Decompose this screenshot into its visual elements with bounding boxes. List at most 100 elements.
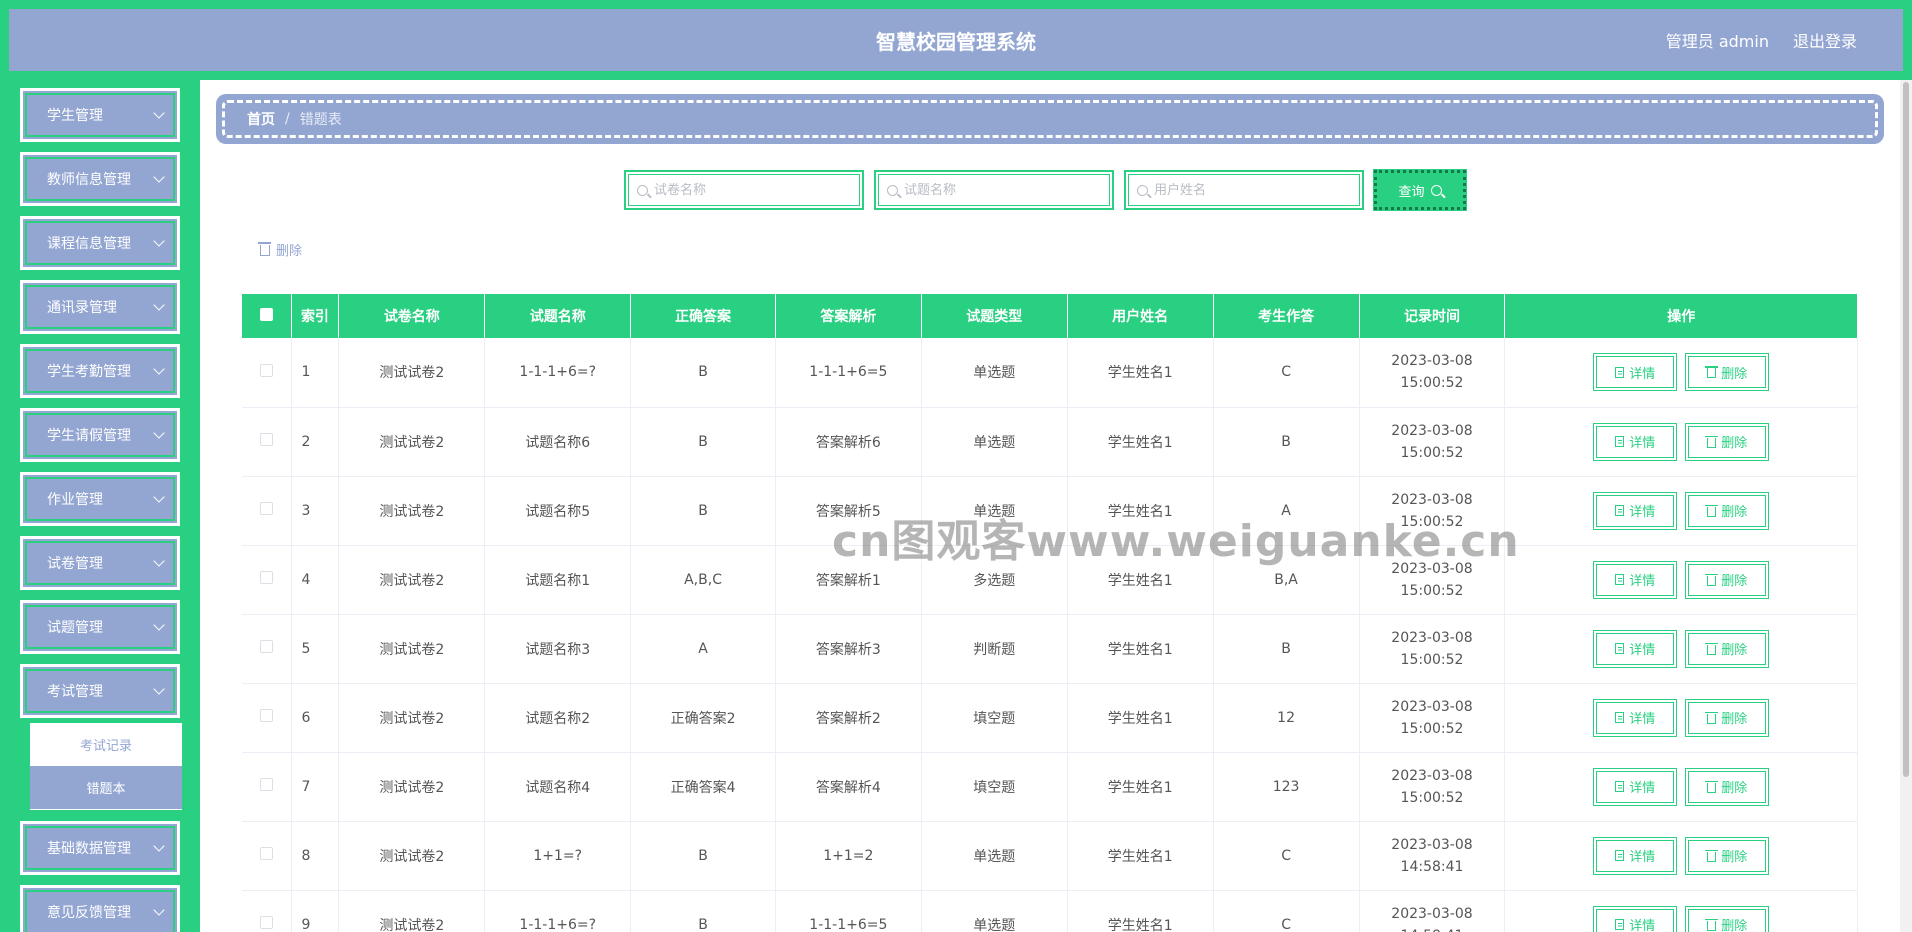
paper-name-input[interactable] (654, 182, 844, 198)
row-select-cell (242, 545, 292, 615)
delete-button-inner: 删除 (1688, 770, 1767, 803)
detail-button[interactable]: 详情 (1593, 491, 1678, 530)
delete-button[interactable]: 删除 (1685, 698, 1770, 737)
row-checkbox[interactable] (259, 502, 273, 515)
detail-button-inner: 详情 (1596, 425, 1675, 458)
row-checkbox[interactable] (259, 778, 273, 791)
bulk-delete-button[interactable]: 删除 (258, 240, 302, 259)
question-name-cell: 1-1-1+6=? (484, 890, 632, 932)
detail-button-inner: 详情 (1596, 563, 1675, 596)
actions-cell: 详情 删除 (1504, 614, 1858, 684)
document-icon (1615, 712, 1625, 723)
trash-icon (1705, 711, 1719, 724)
question-type-cell: 填空题 (921, 752, 1068, 822)
detail-button-inner: 详情 (1596, 839, 1675, 872)
actions-cell: 详情 删除 (1504, 890, 1858, 932)
sidebar-menu-item[interactable]: 教师信息管理 (20, 152, 180, 206)
detail-button[interactable]: 详情 (1593, 905, 1678, 932)
row-checkbox[interactable] (259, 363, 273, 377)
sidebar-menu-label: 基础数据管理 (47, 841, 131, 857)
select-all-checkbox[interactable] (259, 307, 273, 321)
detail-button[interactable]: 详情 (1593, 629, 1678, 668)
header-user-area: 管理员 admin 退出登录 (1666, 9, 1857, 71)
row-checkbox[interactable] (259, 847, 273, 860)
question-name-input[interactable] (904, 182, 1094, 198)
sidebar-menu-label: 试题管理 (47, 620, 103, 636)
detail-button[interactable]: 详情 (1593, 767, 1678, 806)
delete-button[interactable]: 删除 (1685, 629, 1770, 668)
delete-button[interactable]: 删除 (1685, 767, 1770, 806)
row-checkbox[interactable] (259, 916, 273, 929)
analysis-cell: 1-1-1+6=5 (775, 890, 922, 932)
detail-button[interactable]: 详情 (1593, 560, 1678, 599)
table-body: 1 测试试卷2 1-1-1+6=? B 1-1-1+6=5 单选题 学生姓名1 C 2023-0… (242, 338, 1858, 932)
analysis-cell: 答案解析1 (775, 545, 922, 615)
sidebar-menu-item[interactable]: 学生管理 (20, 88, 180, 142)
detail-button-inner: 详情 (1596, 494, 1675, 527)
logout-link[interactable]: 退出登录 (1793, 28, 1857, 52)
question-name-search-inner (878, 174, 1110, 206)
sidebar-menu-item[interactable]: 通讯录管理 (20, 280, 180, 334)
detail-button[interactable]: 详情 (1593, 353, 1678, 392)
analysis-cell: 答案解析6 (775, 407, 922, 477)
row-checkbox[interactable] (259, 640, 273, 653)
query-button[interactable]: 查询 (1373, 169, 1467, 211)
delete-button[interactable]: 删除 (1685, 905, 1770, 932)
row-actions: 详情 删除 (1505, 698, 1857, 737)
row-checkbox[interactable] (259, 433, 273, 446)
question-name-cell: 试题名称2 (484, 683, 632, 753)
response-cell: A (1213, 476, 1360, 546)
table-row: 3 测试试卷2 试题名称5 B 答案解析5 单选题 学生姓名1 A 2023-03-08 15:… (242, 476, 1858, 546)
row-actions: 详情 删除 (1505, 629, 1857, 668)
delete-button[interactable]: 删除 (1685, 836, 1770, 875)
question-type-cell: 单选题 (921, 407, 1068, 477)
sidebar-menu-item[interactable]: 学生请假管理 (20, 408, 180, 462)
paper-name-cell: 测试试卷2 (338, 338, 486, 408)
detail-button[interactable]: 详情 (1593, 836, 1678, 875)
paper-name-search-inner (628, 174, 860, 206)
sidebar-menu-item[interactable]: 基础数据管理 (20, 821, 180, 875)
row-select-cell (242, 338, 292, 408)
sidebar-menu-item[interactable]: 试题管理 (20, 600, 180, 654)
breadcrumb-home-link[interactable]: 首页 (247, 109, 275, 129)
chevron-down-icon (153, 491, 165, 503)
response-cell: C (1213, 338, 1360, 408)
submenu-item-wrong-questions[interactable]: 错题本 (30, 766, 182, 809)
correct-answer-cell: B (630, 338, 776, 408)
sidebar-menu-item[interactable]: 试卷管理 (20, 536, 180, 590)
chevron-down-icon (153, 840, 165, 852)
sidebar-menu-item[interactable]: 课程信息管理 (20, 216, 180, 270)
detail-button[interactable]: 详情 (1593, 698, 1678, 737)
response-cell: 123 (1213, 752, 1360, 822)
delete-button[interactable]: 删除 (1685, 353, 1770, 392)
correct-answer-cell: B (630, 407, 776, 477)
sidebar-menu-item[interactable]: 作业管理 (20, 472, 180, 526)
user-name-input[interactable] (1154, 182, 1344, 198)
submenu-item-exam-records[interactable]: 考试记录 (30, 723, 182, 766)
delete-button[interactable]: 删除 (1685, 491, 1770, 530)
delete-button-inner: 删除 (1688, 563, 1767, 596)
sidebar-menu-item[interactable]: 考试管理 (20, 664, 180, 718)
record-time-cell: 2023-03-08 15:00:52 (1359, 683, 1506, 753)
delete-button[interactable]: 删除 (1685, 560, 1770, 599)
select-all-header[interactable] (242, 294, 292, 338)
row-checkbox[interactable] (259, 709, 273, 722)
response-cell: B,A (1213, 545, 1360, 615)
question-name-cell: 试题名称4 (484, 752, 632, 822)
page-scrollbar[interactable] (1900, 80, 1912, 932)
scrollbar-thumb[interactable] (1903, 82, 1909, 777)
row-checkbox[interactable] (259, 571, 273, 584)
row-select-cell (242, 407, 292, 477)
delete-button[interactable]: 删除 (1685, 422, 1770, 461)
record-time-cell: 2023-03-08 15:00:52 (1359, 545, 1506, 615)
document-icon (1615, 919, 1625, 930)
analysis-cell: 答案解析4 (775, 752, 922, 822)
sidebar-menu-item[interactable]: 意见反馈管理 (20, 885, 180, 932)
sidebar-menu-item[interactable]: 学生考勤管理 (20, 344, 180, 398)
response-cell: B (1213, 407, 1360, 477)
detail-button[interactable]: 详情 (1593, 422, 1678, 461)
delete-button-inner: 删除 (1688, 425, 1767, 458)
delete-button-label: 删除 (1721, 505, 1748, 520)
column-header: 试题名称 (484, 294, 632, 338)
analysis-cell: 答案解析5 (775, 476, 922, 546)
